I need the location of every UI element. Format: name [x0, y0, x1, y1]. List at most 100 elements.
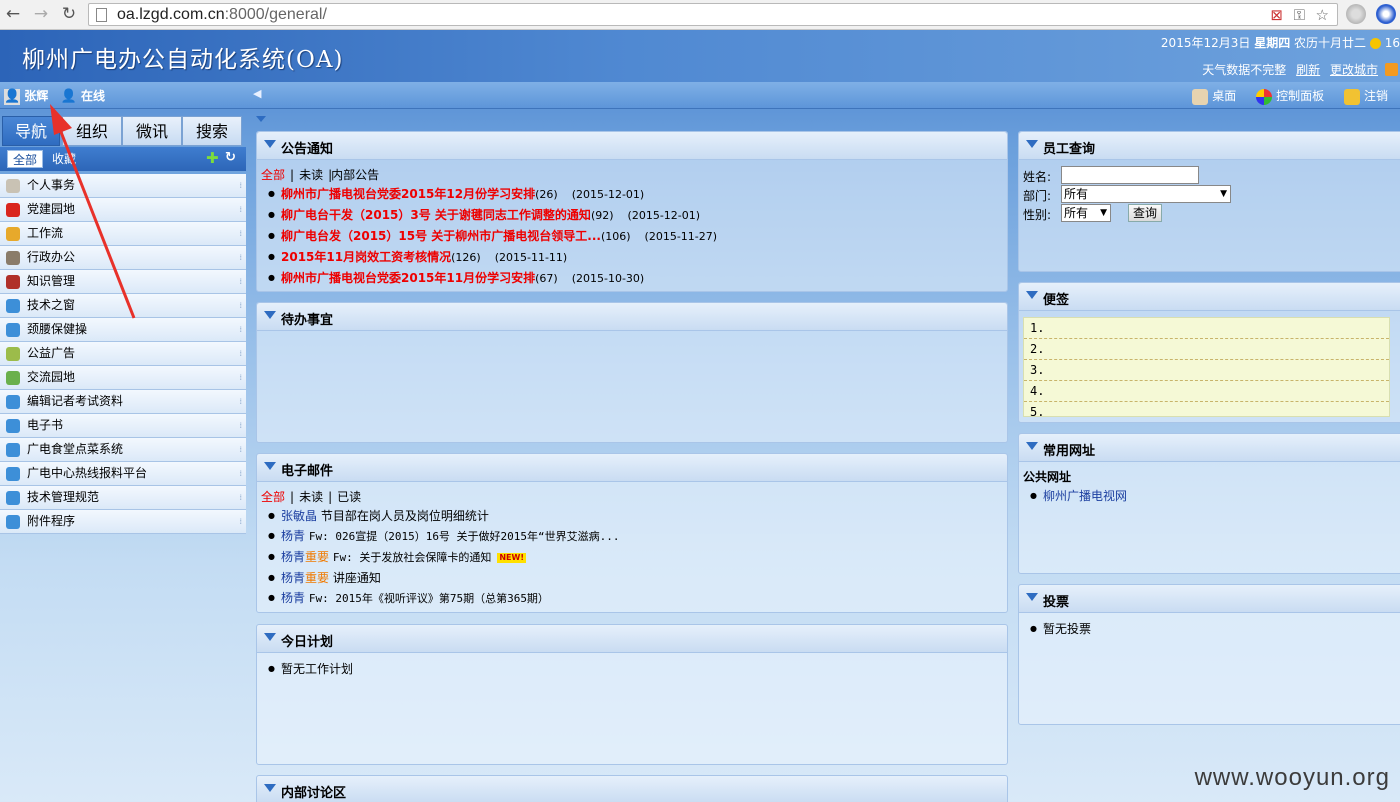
portlet-header[interactable]: 待办事宜: [257, 303, 1007, 331]
list-item[interactable]: 柳广电台发（2015）15号 关于柳州市广播电视台领导工...(106)(201…: [261, 226, 1003, 247]
links-portlet: 常用网址 公共网址 柳州广播电视网: [1018, 433, 1400, 574]
subtab-all[interactable]: 全部: [7, 150, 44, 168]
links-group-title: 公共网址: [1023, 470, 1072, 484]
filter-unread[interactable]: 未读: [299, 168, 323, 182]
list-item[interactable]: 张敏晶 节目部在岗人员及岗位明细统计: [261, 506, 1003, 526]
portlet-header[interactable]: 公告通知: [257, 132, 1007, 160]
list-item[interactable]: 柳广电台干发（2015）3号 关于谢毽同志工作调整的通知(92)(2015-12…: [261, 205, 1003, 226]
collapse-icon[interactable]: [264, 462, 276, 470]
collapse-icon[interactable]: [1026, 140, 1038, 148]
filter-read[interactable]: 已读: [337, 490, 361, 504]
collapse-sidebar-icon[interactable]: ◀: [253, 87, 261, 100]
menu-item-personal[interactable]: 个人事务 ⁞: [0, 174, 246, 198]
portlet-header[interactable]: 员工查询: [1019, 132, 1400, 160]
menu-item-tech-standards[interactable]: 技术管理规范 ⁞: [0, 486, 246, 510]
address-bar[interactable]: oa.lzgd.com.cn:8000/general/ ⊠ ⚿ ☆: [88, 3, 1338, 26]
portlet-header[interactable]: 常用网址: [1019, 434, 1400, 462]
menu-item-knowledge[interactable]: 知识管理 ⁞: [0, 270, 246, 294]
star-icon[interactable]: ☆: [1316, 8, 1329, 23]
online-status[interactable]: 在线: [81, 89, 105, 103]
refresh-icon[interactable]: ↻: [225, 149, 236, 167]
reload-icon[interactable]: ↻: [59, 4, 79, 24]
list-item[interactable]: 杨青 Fw: 026宣提（2015）16号 关于做好2015年“世界艾滋病...: [261, 526, 1003, 547]
list-item[interactable]: 柳州市广播电视台党委2015年11月份学习安排(67)(2015-10-30): [261, 268, 1003, 289]
menu-item-exercise[interactable]: 颈腰保健操 ⁞: [0, 318, 246, 342]
menu-item-ebook[interactable]: 电子书 ⁞: [0, 414, 246, 438]
browser-toolbar: ← → ↻ oa.lzgd.com.cn:8000/general/ ⊠ ⚿ ☆: [0, 0, 1400, 30]
portlet-header[interactable]: 电子邮件: [257, 454, 1007, 482]
menu-item-hotline[interactable]: 广电中心热线报料平台 ⁞: [0, 462, 246, 486]
ie-icon: [6, 395, 20, 409]
filter-unread[interactable]: 未读: [299, 490, 323, 504]
subtab-favorites[interactable]: 收藏: [47, 150, 81, 168]
menu-item-admin[interactable]: 行政办公 ⁞: [0, 246, 246, 270]
menu-item-exam[interactable]: 编辑记者考试资料 ⁞: [0, 390, 246, 414]
list-item[interactable]: 2015年11月岗效工资考核情况(126)(2015-11-11): [261, 247, 1003, 268]
personal-icon: [6, 179, 20, 193]
menu-item-tech-window[interactable]: 技术之窗 ⁞: [0, 294, 246, 318]
ie-icon: [6, 491, 20, 505]
ie-icon: [6, 419, 20, 433]
menu-item-attachments[interactable]: 附件程序 ⁞: [0, 510, 246, 534]
tab-organization[interactable]: 组织: [62, 116, 122, 146]
change-city-link[interactable]: 更改城市: [1330, 63, 1378, 77]
portlet-header[interactable]: 今日计划: [257, 625, 1007, 653]
key-icon[interactable]: ⚿: [1294, 8, 1305, 23]
name-input[interactable]: [1061, 166, 1199, 184]
forward-icon[interactable]: →: [31, 4, 51, 24]
collapse-icon[interactable]: [264, 140, 276, 148]
user-name[interactable]: 张辉: [24, 89, 48, 103]
collapse-icon[interactable]: [1026, 593, 1038, 601]
nav-tabs: 导航 组织 微讯 搜索: [0, 116, 246, 146]
tab-navigation[interactable]: 导航: [2, 116, 60, 146]
list-item[interactable]: 柳州广播电视网: [1023, 486, 1400, 506]
list-item[interactable]: 杨青重要 Fw: 关于发放社会保障卡的通知NEW!: [261, 547, 1003, 568]
extension-globe-icon[interactable]: [1346, 4, 1366, 24]
gender-select[interactable]: 所有 ▼: [1061, 204, 1111, 222]
collapse-icon[interactable]: [1026, 291, 1038, 299]
collapse-icon[interactable]: [264, 633, 276, 641]
refresh-link[interactable]: 刷新: [1296, 63, 1320, 77]
tab-microchat[interactable]: 微讯: [122, 116, 182, 146]
logout-link[interactable]: 注销: [1364, 89, 1388, 103]
dept-select[interactable]: 所有 ▼: [1061, 185, 1231, 203]
menu-item-public-ads[interactable]: 公益广告 ⁞: [0, 342, 246, 366]
blocked-popup-icon[interactable]: ⊠: [1270, 8, 1283, 23]
filter-all[interactable]: 全部: [261, 168, 285, 182]
list-item[interactable]: 杨青重要 讲座通知: [261, 568, 1003, 588]
notes-textarea[interactable]: 1. 2. 3. 4. 5.: [1023, 317, 1390, 417]
portlet-title: 待办事宜: [281, 313, 334, 328]
main-collapse-icon[interactable]: [256, 116, 266, 122]
weekday-text: 星期四: [1254, 36, 1291, 50]
menu-item-party[interactable]: 党建园地 ⁞: [0, 198, 246, 222]
staff-query-portlet: 员工查询 姓名: 部门: 所有 ▼ 性别: 所有 ▼ 查询: [1018, 131, 1400, 272]
portlet-title: 内部讨论区: [281, 786, 347, 801]
filter-all[interactable]: 全部: [261, 490, 285, 504]
collapse-icon[interactable]: [1026, 442, 1038, 450]
clock-icon: [1369, 38, 1381, 49]
portlet-header[interactable]: 内部讨论区: [257, 776, 1007, 802]
portlet-header[interactable]: 便签: [1019, 283, 1400, 311]
portlet-header[interactable]: 投票: [1019, 585, 1400, 613]
notice-portlet: 公告通知 全部|未读|内部公告 柳州市广播电视台党委2015年12月份学习安排(…: [256, 131, 1008, 292]
clock-text: 16: [1384, 36, 1400, 50]
filter-internal[interactable]: 内部公告: [331, 168, 379, 182]
add-icon[interactable]: ✚: [206, 149, 219, 167]
menu-item-exchange[interactable]: 交流园地 ⁞: [0, 366, 246, 390]
collapse-icon[interactable]: [264, 784, 276, 792]
rss-icon[interactable]: [1385, 63, 1398, 76]
notice-list: 柳州市广播电视台党委2015年12月份学习安排(26)(2015-12-01) …: [261, 184, 1003, 289]
menu-item-canteen[interactable]: 广电食堂点菜系统 ⁞: [0, 438, 246, 462]
list-item[interactable]: 杨青 Fw: 2015年《视听评议》第75期（总第365期）: [261, 588, 1003, 609]
tab-search[interactable]: 搜索: [182, 116, 242, 146]
weather-text: 天气数据不完整: [1202, 63, 1287, 77]
extension-paw-icon[interactable]: [1376, 4, 1396, 24]
query-button[interactable]: 查询: [1128, 204, 1163, 222]
collapse-icon[interactable]: [264, 311, 276, 319]
desktop-link[interactable]: 桌面: [1212, 89, 1236, 103]
menu-item-workflow[interactable]: 工作流 ⁞: [0, 222, 246, 246]
back-icon[interactable]: ←: [3, 4, 23, 24]
ie-icon: [6, 299, 20, 313]
list-item[interactable]: 柳州市广播电视台党委2015年12月份学习安排(26)(2015-12-01): [261, 184, 1003, 205]
control-panel-link[interactable]: 控制面板: [1276, 89, 1324, 103]
